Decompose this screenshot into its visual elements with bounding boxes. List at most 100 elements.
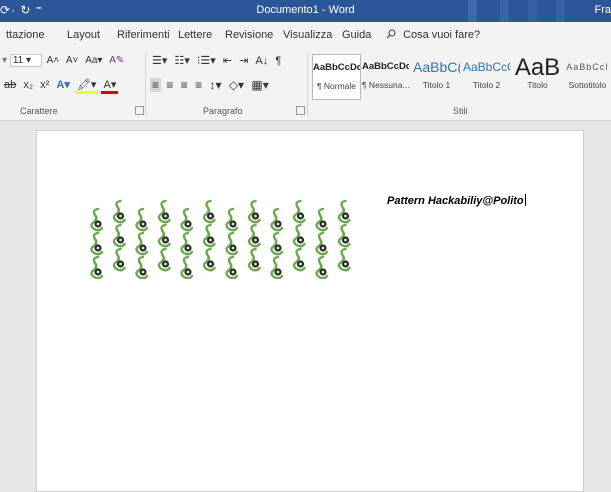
- style-name: ¶ Nessuna...: [362, 80, 409, 90]
- document-text[interactable]: Pattern Hackabiliy@Polito: [387, 194, 526, 207]
- superscript-button[interactable]: x²: [38, 79, 51, 91]
- style-sample: AaBbCcDc: [313, 55, 360, 81]
- styles-group-label: Stili: [453, 106, 468, 116]
- style-name: Sottotitolo: [564, 80, 611, 90]
- tab-riferimenti[interactable]: Riferimenti: [117, 29, 170, 41]
- user-name[interactable]: Fra: [595, 4, 611, 16]
- pattern-motif: [182, 209, 193, 230]
- pattern-motif: [317, 257, 328, 278]
- pattern-motif: [339, 225, 350, 246]
- pattern-motif: [92, 233, 103, 254]
- font-color-button[interactable]: A▾: [101, 78, 118, 94]
- font-group-label: Carattere: [20, 106, 58, 116]
- pattern-motif: [294, 249, 305, 270]
- style-sample: AaBbCcDc: [362, 54, 409, 80]
- show-marks-button[interactable]: ¶: [273, 55, 283, 67]
- pattern-motif: [137, 257, 148, 278]
- document-title: Documento1 - Word: [0, 4, 611, 16]
- shading-button[interactable]: ◇▾: [227, 78, 246, 92]
- text-effects-button[interactable]: A▾: [54, 78, 71, 91]
- numbering-button[interactable]: ☷▾: [172, 54, 191, 67]
- pattern-motif: [249, 201, 260, 222]
- increase-indent-button[interactable]: ⇥: [237, 54, 250, 67]
- tab-revisione[interactable]: Revisione: [225, 29, 273, 41]
- paragraph-dialog-launcher[interactable]: [296, 106, 305, 115]
- shrink-font-button[interactable]: A˅: [64, 55, 81, 66]
- tab-visualizza[interactable]: Visualizza: [283, 29, 332, 41]
- pattern-motif: [204, 225, 215, 246]
- pattern-motif: [249, 225, 260, 246]
- title-pattern-decoration: [556, 0, 565, 22]
- justify-button[interactable]: ≡: [193, 78, 204, 92]
- paragraph-row-1: ☰▾ ☷▾ ⁝☰▾ ⇤ ⇥ A↓ ¶: [150, 54, 283, 67]
- document-page[interactable]: Pattern Hackabiliy@Polito: [36, 130, 584, 492]
- font-size-value: 11: [13, 55, 23, 66]
- font-dialog-launcher[interactable]: [135, 106, 144, 115]
- sort-button[interactable]: A↓: [253, 55, 270, 67]
- font-row-1: ▾ 11 ▾ A˄ A˅ Aa▾ A✎: [2, 54, 126, 67]
- pattern-motif: [272, 233, 283, 254]
- borders-button[interactable]: ▦▾: [249, 78, 270, 92]
- paragraph-group-label: Paragrafo: [203, 106, 243, 116]
- style-sample: AaB: [514, 54, 561, 80]
- font-row-2: ab x₂ x² A▾ 🖍▾ A▾: [2, 78, 118, 94]
- subscript-button[interactable]: x₂: [21, 79, 35, 91]
- search-icon: [386, 29, 396, 39]
- pattern-motif: [92, 209, 103, 230]
- change-case-button[interactable]: Aa▾: [83, 55, 104, 66]
- pattern-motif: [137, 233, 148, 254]
- style-name: Titolo: [514, 80, 561, 90]
- style-name: Titolo 2: [463, 80, 510, 90]
- style-name: ¶ Normale: [313, 81, 360, 91]
- document-canvas: Pattern Hackabiliy@Polito: [0, 121, 611, 486]
- tab-lettere[interactable]: Lettere: [178, 29, 212, 41]
- style-nessuna-spaziatura[interactable]: AaBbCcDc ¶ Nessuna...: [362, 54, 409, 98]
- tell-me-box[interactable]: Cosa vuoi fare?: [386, 29, 480, 41]
- strikethrough-button[interactable]: ab: [2, 79, 18, 91]
- tab-inserisci[interactable]: ttazione: [6, 29, 45, 41]
- style-name: Titolo 1: [413, 80, 460, 90]
- pattern-motif: [204, 201, 215, 222]
- align-center-button[interactable]: ≡: [164, 78, 175, 92]
- style-normale[interactable]: AaBbCcDc ¶ Normale: [312, 54, 361, 100]
- pattern-motif: [204, 249, 215, 270]
- pattern-motif: [339, 201, 350, 222]
- pattern-motif: [339, 249, 350, 270]
- pattern-motif: [294, 225, 305, 246]
- pattern-image[interactable]: [87, 193, 367, 279]
- title-pattern-decoration: [500, 0, 509, 22]
- multilevel-list-button[interactable]: ⁝☰▾: [195, 54, 218, 67]
- pattern-motif: [317, 233, 328, 254]
- tab-guida[interactable]: Guida: [342, 29, 371, 41]
- title-bar: ⟳· ↻ ⁼ Documento1 - Word Fra: [0, 0, 611, 22]
- ribbon: ▾ 11 ▾ A˄ A˅ Aa▾ A✎ ab x₂ x² A▾ 🖍▾ A▾ Ca…: [0, 48, 611, 121]
- pattern-motif: [317, 209, 328, 230]
- title-pattern-decoration: [528, 0, 537, 22]
- tab-layout[interactable]: Layout: [67, 29, 100, 41]
- style-sample: AaBbCcI: [564, 54, 611, 80]
- highlight-button[interactable]: 🖍▾: [75, 78, 99, 94]
- align-left-button[interactable]: ≡: [150, 78, 161, 92]
- pattern-motif: [114, 201, 125, 222]
- pattern-motif: [92, 257, 103, 278]
- bullets-button[interactable]: ☰▾: [150, 54, 169, 67]
- style-sample: AaBbCcC: [463, 54, 510, 80]
- pattern-motif: [159, 249, 170, 270]
- grow-font-button[interactable]: A˄: [45, 55, 62, 66]
- pattern-motif: [249, 249, 260, 270]
- style-sottotitolo[interactable]: AaBbCcI Sottotitolo: [564, 54, 611, 98]
- pattern-motif: [227, 233, 238, 254]
- align-right-button[interactable]: ≡: [179, 78, 190, 92]
- style-titolo-1[interactable]: AaBbC( Titolo 1: [413, 54, 460, 98]
- style-titolo[interactable]: AaB Titolo: [514, 54, 561, 98]
- font-size-box[interactable]: 11 ▾: [10, 54, 42, 67]
- pattern-motifs: [92, 201, 350, 278]
- clear-formatting-button[interactable]: A✎: [107, 55, 126, 66]
- line-spacing-button[interactable]: ↕▾: [207, 78, 223, 92]
- group-separator: [307, 52, 308, 116]
- pattern-motif: [182, 257, 193, 278]
- decrease-indent-button[interactable]: ⇤: [221, 54, 234, 67]
- style-titolo-2[interactable]: AaBbCcC Titolo 2: [463, 54, 510, 98]
- group-separator: [145, 52, 146, 116]
- pattern-motif: [159, 225, 170, 246]
